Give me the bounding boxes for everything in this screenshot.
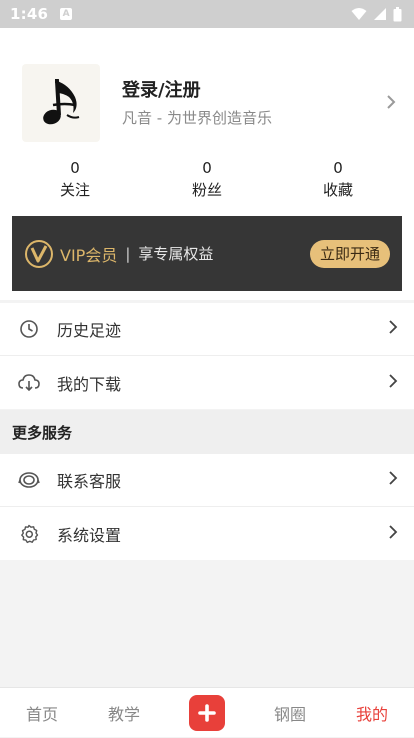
menu-item-settings[interactable]: 系统设置: [0, 507, 414, 560]
menu-item-history-label: 历史足迹: [57, 321, 122, 340]
profile-slogan: 凡音 - 为世界创造音乐: [122, 109, 272, 127]
bottom-nav: 首页 教学 钢圈 我的: [0, 687, 414, 737]
stat-following-value: 0: [70, 159, 80, 177]
vip-subtitle: 享专属权益: [138, 245, 214, 263]
battery-icon: [393, 6, 402, 21]
cloud-download-icon: [18, 372, 40, 394]
gear-icon: [18, 523, 40, 545]
nav-mine[interactable]: 我的: [342, 688, 402, 738]
stat-following-label: 关注: [59, 181, 90, 199]
menu-item-support[interactable]: 联系客服: [0, 454, 414, 507]
vip-banner[interactable]: VIP会员 | 享专属权益 立即开通: [12, 216, 402, 291]
nav-home[interactable]: 首页: [12, 688, 72, 738]
chevron-right-icon: [388, 470, 398, 490]
notification-icon: A: [60, 8, 73, 20]
menu-group-main: 历史足迹 我的下载: [0, 303, 414, 409]
headset-icon: [18, 469, 40, 491]
nav-teaching[interactable]: 教学: [94, 688, 154, 738]
nav-add-button[interactable]: [189, 695, 225, 731]
chevron-right-icon: [388, 319, 398, 339]
chevron-right-icon: [388, 524, 398, 544]
stat-fans-value: 0: [202, 159, 212, 177]
stat-favorites-label: 收藏: [322, 181, 353, 199]
status-bar: 1:46 A: [0, 0, 414, 28]
section-header-more-services: 更多服务: [0, 410, 414, 454]
chevron-right-icon: [386, 94, 396, 114]
menu-item-downloads-label: 我的下载: [57, 374, 122, 394]
profile-card[interactable]: 登录/注册 凡音 - 为世界创造音乐 0 关注 0 粉丝 0 收藏 VIP会员 …: [0, 28, 414, 300]
menu-item-support-label: 联系客服: [57, 472, 122, 491]
stat-fans-label: 粉丝: [191, 181, 222, 199]
menu-group-services: 联系客服 系统设置: [0, 454, 414, 560]
wifi-icon: [351, 8, 367, 20]
login-register-link[interactable]: 登录/注册: [122, 76, 201, 102]
music-note-icon: [43, 79, 80, 125]
vip-activate-button[interactable]: 立即开通: [309, 239, 390, 268]
vip-separator: |: [125, 244, 131, 263]
avatar[interactable]: [22, 64, 100, 142]
signal-icon: [374, 8, 386, 20]
stat-favorites-value: 0: [333, 159, 343, 177]
chevron-right-icon: [388, 373, 398, 393]
vip-badge-icon: [25, 239, 53, 268]
menu-item-history[interactable]: 历史足迹: [0, 303, 414, 356]
stat-following[interactable]: 0 关注: [35, 158, 115, 200]
nav-circle[interactable]: 钢圈: [260, 688, 320, 738]
status-indicators: [351, 6, 402, 22]
menu-item-settings-label: 系统设置: [57, 525, 122, 545]
stat-fans[interactable]: 0 粉丝: [167, 158, 247, 200]
clock-icon: [18, 318, 40, 340]
stat-favorites[interactable]: 0 收藏: [298, 158, 378, 200]
plus-icon: [198, 704, 216, 722]
vip-title: VIP会员: [60, 245, 118, 265]
status-time: 1:46: [10, 5, 49, 23]
menu-item-downloads[interactable]: 我的下载: [0, 356, 414, 409]
